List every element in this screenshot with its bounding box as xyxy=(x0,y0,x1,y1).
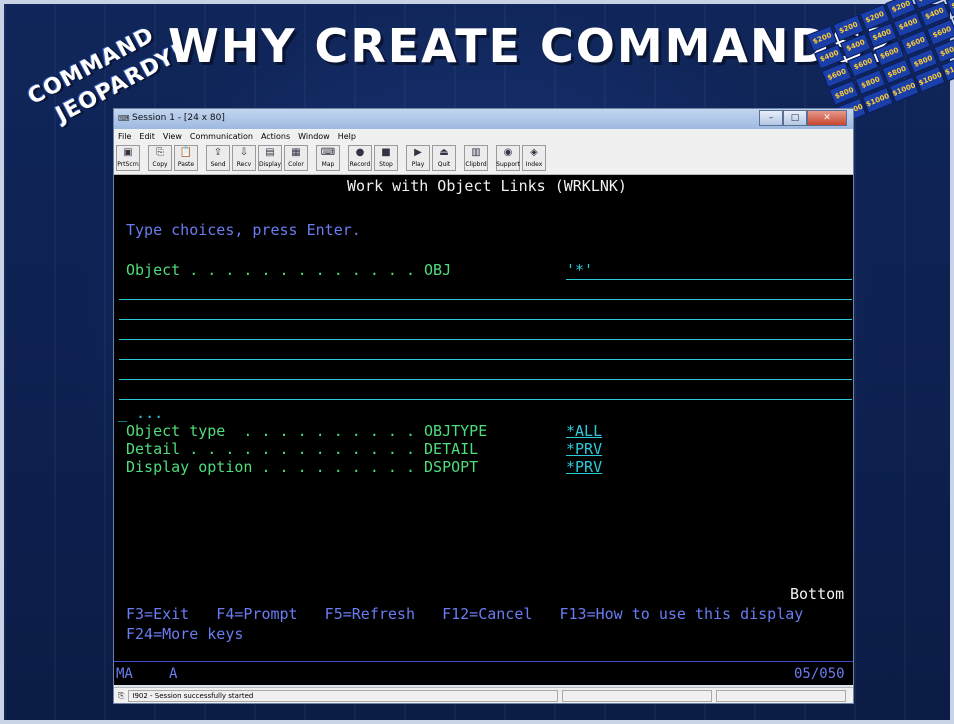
status-pane-2 xyxy=(716,689,847,702)
toolbar-recv-button[interactable]: ⇩ Recv xyxy=(232,145,256,171)
toolbar-label: Index xyxy=(525,161,543,168)
window-titlebar[interactable]: ⌨ Session 1 - [24 x 80] – □ ✕ xyxy=(114,109,853,129)
terminal-screen[interactable]: Work with Object Links (WRKLNK) Type cho… xyxy=(114,175,853,661)
more-values-marker: _ ... xyxy=(118,404,164,422)
toolbar-support-button[interactable]: ◉ Support xyxy=(496,145,520,171)
obj-input-line-7 xyxy=(119,399,852,400)
screen-heading: Work with Object Links (WRKLNK) xyxy=(347,177,627,195)
menu-item-view[interactable]: View xyxy=(163,132,182,141)
toolbar-copy-button[interactable]: ⎘ Copy xyxy=(148,145,172,171)
send-icon: ⇪ xyxy=(213,147,223,158)
toolbar-label: Map xyxy=(321,161,335,168)
toolbar-quit-button[interactable]: ⏏ Quit xyxy=(432,145,456,171)
toolbar-clipbrd-button[interactable]: ▥ Clipbrd xyxy=(464,145,488,171)
color-icon: ▦ xyxy=(291,147,301,158)
operator-info-area: MA A 05/050 xyxy=(114,661,853,685)
menu-item-file[interactable]: File xyxy=(118,132,131,141)
toolbar-send-button[interactable]: ⇪ Send xyxy=(206,145,230,171)
obj-input-line-3 xyxy=(119,319,852,320)
toolbar-stop-button[interactable]: ■ Stop xyxy=(374,145,398,171)
field-label-dspopt: Display option . . . . . . . . . DSPOPT xyxy=(126,458,479,476)
maximize-button[interactable]: □ xyxy=(783,110,807,126)
obj-input-line-4 xyxy=(119,339,852,340)
field-label-obj: Object . . . . . . . . . . . . . OBJ xyxy=(126,261,452,279)
obj-input-line-1 xyxy=(566,279,852,280)
toolbar-label: Send xyxy=(210,161,226,168)
function-keys-line-1[interactable]: F3=Exit F4=Prompt F5=Refresh F12=Cancel … xyxy=(126,605,803,623)
position-indicator: Bottom xyxy=(790,585,845,603)
menu-item-communication[interactable]: Communication xyxy=(190,132,253,141)
support-icon: ◉ xyxy=(503,147,513,158)
toolbar-label: Record xyxy=(349,161,371,168)
toolbar-label: Quit xyxy=(437,161,451,168)
record-icon: ● xyxy=(355,147,365,158)
field-value-obj[interactable]: '*' xyxy=(566,261,593,279)
toolbar-label: Clipbrd xyxy=(465,161,487,168)
screen-instruction: Type choices, press Enter. xyxy=(126,221,361,239)
toolbar-label: Copy xyxy=(152,161,168,168)
session-app-icon: ⌨ xyxy=(118,114,130,123)
stop-icon: ■ xyxy=(381,147,391,158)
toolbar-prtscrn-button[interactable]: ▣ PrtScrn xyxy=(116,145,140,171)
field-value-detail[interactable]: *PRV xyxy=(566,440,650,458)
toolbar-map-button[interactable]: ⌨ Map xyxy=(316,145,340,171)
toolbar-label: Play xyxy=(411,161,425,168)
cursor-position: 05/050 xyxy=(794,666,845,682)
toolbar-display-button[interactable]: ▤ Display xyxy=(258,145,282,171)
command-jeopardy-logo: COMMAND JEOPARDY! xyxy=(6,6,189,128)
terminal-window: ⌨ Session 1 - [24 x 80] – □ ✕ File Edit Vi… xyxy=(113,108,854,704)
toolbar-label: PrtScrn xyxy=(117,161,139,168)
field-label-objtype: Object type . . . . . . . . . . OBJTYPE xyxy=(126,422,488,440)
toolbar-label: Stop xyxy=(379,161,393,168)
window-status-bar: ⎘ I902 - Session successfully started xyxy=(114,687,853,703)
map-icon: ⌨ xyxy=(320,147,336,158)
toolbar-label: Display xyxy=(258,161,282,168)
toolbar-index-button[interactable]: ◈ Index xyxy=(522,145,546,171)
field-label-detail: Detail . . . . . . . . . . . . . DETAIL xyxy=(126,440,479,458)
menu-item-edit[interactable]: Edit xyxy=(139,132,155,141)
window-title: Session 1 - [24 x 80] xyxy=(132,113,225,123)
toolbar-label: Paste xyxy=(177,161,195,168)
toolbar-color-button[interactable]: ▦ Color xyxy=(284,145,308,171)
quit-icon: ⏏ xyxy=(439,147,449,158)
toolbar-label: Support xyxy=(496,161,520,168)
status-icon: ⎘ xyxy=(118,690,125,700)
obj-input-line-6 xyxy=(119,379,852,380)
display-icon: ▤ xyxy=(265,147,275,158)
function-keys-line-2[interactable]: F24=More keys xyxy=(126,625,243,643)
toolbar-play-button[interactable]: ▶ Play xyxy=(406,145,430,171)
obj-input-line-5 xyxy=(119,359,852,360)
toolbar-label: Color xyxy=(288,161,304,168)
toolbar-label: Recv xyxy=(236,161,252,168)
index-icon: ◈ xyxy=(530,147,538,158)
play-icon: ▶ xyxy=(414,147,422,158)
window-controls: – □ ✕ xyxy=(759,110,847,126)
status-pane xyxy=(562,689,713,702)
clipboard-icon: ▥ xyxy=(471,147,481,158)
menu-bar: File Edit View Communication Actions Window He… xyxy=(114,129,853,143)
menu-item-help[interactable]: Help xyxy=(338,132,356,141)
menu-item-window[interactable]: Window xyxy=(298,132,330,141)
field-value-objtype[interactable]: *ALL xyxy=(566,422,632,440)
printer-screen-icon: ▣ xyxy=(123,147,133,158)
receive-icon: ⇩ xyxy=(239,147,249,158)
oia-indicator: MA xyxy=(116,666,133,682)
slide-title: WHY CREATE COMMANDS? xyxy=(168,19,895,73)
minimize-button[interactable]: – xyxy=(759,110,783,126)
menu-item-actions[interactable]: Actions xyxy=(261,132,290,141)
paste-icon: 📋 xyxy=(179,147,193,158)
oia-mode: A xyxy=(169,666,178,682)
field-value-dspopt[interactable]: *PRV xyxy=(566,458,612,476)
copy-icon: ⎘ xyxy=(156,147,164,158)
toolbar: ▣ PrtScrn ⎘ Copy 📋 Paste ⇪ Send ⇩ Recv ▤ Display ▦ Co… xyxy=(114,143,853,175)
close-button[interactable]: ✕ xyxy=(807,110,847,126)
obj-input-line-2 xyxy=(119,299,852,300)
status-message: I902 - Session successfully started xyxy=(128,689,559,702)
toolbar-paste-button[interactable]: 📋 Paste xyxy=(174,145,198,171)
toolbar-record-button[interactable]: ● Record xyxy=(348,145,372,171)
